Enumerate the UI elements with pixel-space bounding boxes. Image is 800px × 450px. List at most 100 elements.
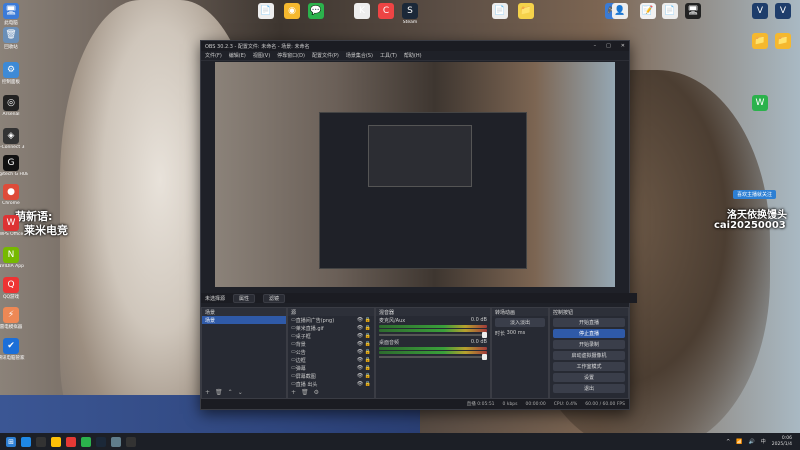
source-label: 公告: [295, 349, 306, 356]
obs-titlebar[interactable]: OBS 30.2.3 - 配置文件: 未命名 - 场景: 未命名 – □ ✕: [201, 41, 629, 51]
desktop-icon[interactable]: Q QQ游戏: [0, 277, 28, 300]
scene-item[interactable]: 场景: [202, 316, 286, 324]
filters-button[interactable]: 滤镜: [263, 293, 286, 303]
obs-window: OBS 30.2.3 - 配置文件: 未命名 - 场景: 未命名 – □ ✕ 文…: [200, 40, 637, 410]
desktop-icon[interactable]: ● Chrome: [0, 184, 28, 206]
lang-indicator[interactable]: 中: [761, 438, 766, 445]
minimize-icon[interactable]: –: [594, 43, 597, 49]
desktop-icon[interactable]: S Steam: [393, 3, 427, 25]
menu-item[interactable]: 场景集合(S): [346, 52, 373, 59]
control-button[interactable]: 开始直播: [553, 318, 625, 327]
app-icon: ⚡: [3, 307, 19, 323]
obs-preview[interactable]: [215, 62, 615, 287]
taskbar-app-icon[interactable]: [51, 436, 61, 447]
source-item[interactable]: ▭ 公告 👁 🔒: [288, 348, 374, 356]
wifi-icon[interactable]: 📶: [736, 439, 742, 445]
source-item[interactable]: ▭ 莱米直播.gif 👁 🔒: [288, 324, 374, 332]
taskbar-app-icon[interactable]: [21, 436, 31, 447]
add-icon[interactable]: +: [205, 389, 210, 396]
control-button[interactable]: 停止直播: [553, 329, 625, 338]
desktop-icon[interactable]: ⚡ 雷电模拟器: [0, 307, 28, 330]
menu-item[interactable]: 配置文件(P): [312, 52, 339, 59]
app-icon: Q: [3, 277, 19, 293]
sources-dock: 源 ▭ 直播间广告(png) 👁 🔒 ▭ 莱米直播.gif 👁 🔒 ▭ 桌子框 👁 🔒 ▭ …: [287, 307, 375, 399]
transition-select[interactable]: 淡入淡出: [495, 318, 545, 327]
menu-item[interactable]: 停靠窗口(D): [277, 52, 305, 59]
chevron-up-icon[interactable]: ^: [726, 439, 730, 445]
menu-item[interactable]: 视图(V): [253, 52, 270, 59]
taskbar-app-icon[interactable]: [66, 436, 76, 447]
desktop-icon[interactable]: 🗑 回收站: [0, 27, 28, 50]
visibility-icon[interactable]: 👁 🔒: [357, 373, 371, 379]
taskbar-app-icon[interactable]: [81, 436, 91, 447]
menu-item[interactable]: 文件(F): [205, 52, 222, 59]
control-button[interactable]: 工作室模式: [553, 362, 625, 371]
control-button[interactable]: 启动虚拟摄像机: [553, 351, 625, 360]
start-icon[interactable]: ⊞: [6, 436, 16, 447]
menu-item[interactable]: 工具(T): [380, 52, 397, 59]
taskbar-app-icon[interactable]: [126, 436, 136, 447]
no-source-label: 未选择源: [205, 295, 226, 302]
volume-slider-knob[interactable]: [482, 332, 487, 338]
control-button[interactable]: 退出: [553, 384, 625, 393]
source-item[interactable]: ▭ 背景 👁 🔒: [288, 340, 374, 348]
visibility-icon[interactable]: 👁 🔒: [357, 365, 371, 371]
volume-slider[interactable]: [379, 332, 487, 338]
visibility-icon[interactable]: 👁 🔒: [357, 341, 371, 347]
desktop-icon[interactable]: V: [766, 3, 800, 20]
control-button[interactable]: 开始录制: [553, 340, 625, 349]
desktop-icon[interactable]: 🖥: [676, 3, 710, 20]
gear-icon[interactable]: ⚙: [314, 389, 319, 396]
desktop-icon[interactable]: W WPS Office: [0, 215, 28, 237]
status-cpu: CPU: 0.4%: [553, 401, 578, 407]
taskbar-apps: [16, 436, 136, 447]
desktop-icon[interactable]: GLogitech G HUB: [0, 155, 28, 177]
visibility-icon[interactable]: 👁 🔒: [357, 317, 371, 323]
close-icon[interactable]: ✕: [621, 43, 625, 49]
taskbar-app-icon[interactable]: [111, 436, 121, 447]
source-item[interactable]: ▭ 桌子框 👁 🔒: [288, 332, 374, 340]
visibility-icon[interactable]: 👁 🔒: [357, 381, 371, 387]
source-item[interactable]: ▭ 屏幕截图 👁 🔒: [288, 372, 374, 380]
visibility-icon[interactable]: 👁 🔒: [357, 333, 371, 339]
control-button[interactable]: 设置: [553, 373, 625, 382]
clock[interactable]: 0:06 2025/1/4: [772, 436, 792, 448]
source-item[interactable]: ▭ 边框 👁 🔒: [288, 356, 374, 364]
add-icon[interactable]: +: [291, 389, 296, 396]
source-label: 弹幕: [295, 365, 306, 372]
volume-icon[interactable]: 🔊: [749, 439, 755, 445]
taskbar-app-icon[interactable]: [96, 436, 106, 447]
remove-icon[interactable]: 🗑: [301, 389, 309, 396]
source-item[interactable]: ▭ 直播间广告(png) 👁 🔒: [288, 316, 374, 324]
visibility-icon[interactable]: 👁 🔒: [357, 349, 371, 355]
menu-item[interactable]: 帮助(H): [404, 52, 422, 59]
desktop-icon[interactable]: 🖥 此电脑: [0, 3, 28, 26]
source-item[interactable]: ▭ 直播 出头 👁 🔒: [288, 380, 374, 388]
taskbar-app-icon[interactable]: [36, 436, 46, 447]
desktop-icon[interactable]: W: [743, 95, 777, 112]
volume-slider[interactable]: [379, 354, 487, 360]
visibility-icon[interactable]: 👁 🔒: [357, 357, 371, 363]
menu-item[interactable]: 编辑(E): [229, 52, 246, 59]
remove-icon[interactable]: 🗑: [215, 389, 223, 396]
visibility-icon[interactable]: 👁 🔒: [357, 325, 371, 331]
preview-nested-obs-inner: [368, 125, 472, 187]
up-icon[interactable]: ⌃: [228, 389, 233, 396]
maximize-icon[interactable]: □: [606, 43, 611, 49]
down-icon[interactable]: ⌄: [238, 389, 243, 396]
desktop-icon[interactable]: ✔ 腾讯电脑管家: [0, 338, 28, 361]
mixer-track-name: 麦克风/Aux: [379, 317, 406, 324]
properties-button[interactable]: 属性: [233, 293, 256, 303]
desktop-icon[interactable]: ◎ Arsenal: [0, 95, 28, 117]
desktop-icon[interactable]: N NVIDIA App: [0, 247, 28, 269]
source-item[interactable]: ▭ 弹幕 👁 🔒: [288, 364, 374, 372]
volume-meter: [379, 347, 487, 350]
desktop-icon-label: QQ游戏: [2, 295, 20, 300]
desktop-icon[interactable]: 📁: [766, 33, 800, 50]
volume-slider-knob[interactable]: [482, 354, 487, 360]
duration-input[interactable]: 300 ms: [507, 330, 526, 336]
desktop-icon[interactable]: ◈ L-Connect 3: [0, 128, 28, 150]
desktop-icon[interactable]: 📁: [509, 3, 543, 20]
desktop-icon[interactable]: ⚙ 控制面板: [0, 62, 28, 85]
desktop-icon[interactable]: 💬: [299, 3, 333, 20]
